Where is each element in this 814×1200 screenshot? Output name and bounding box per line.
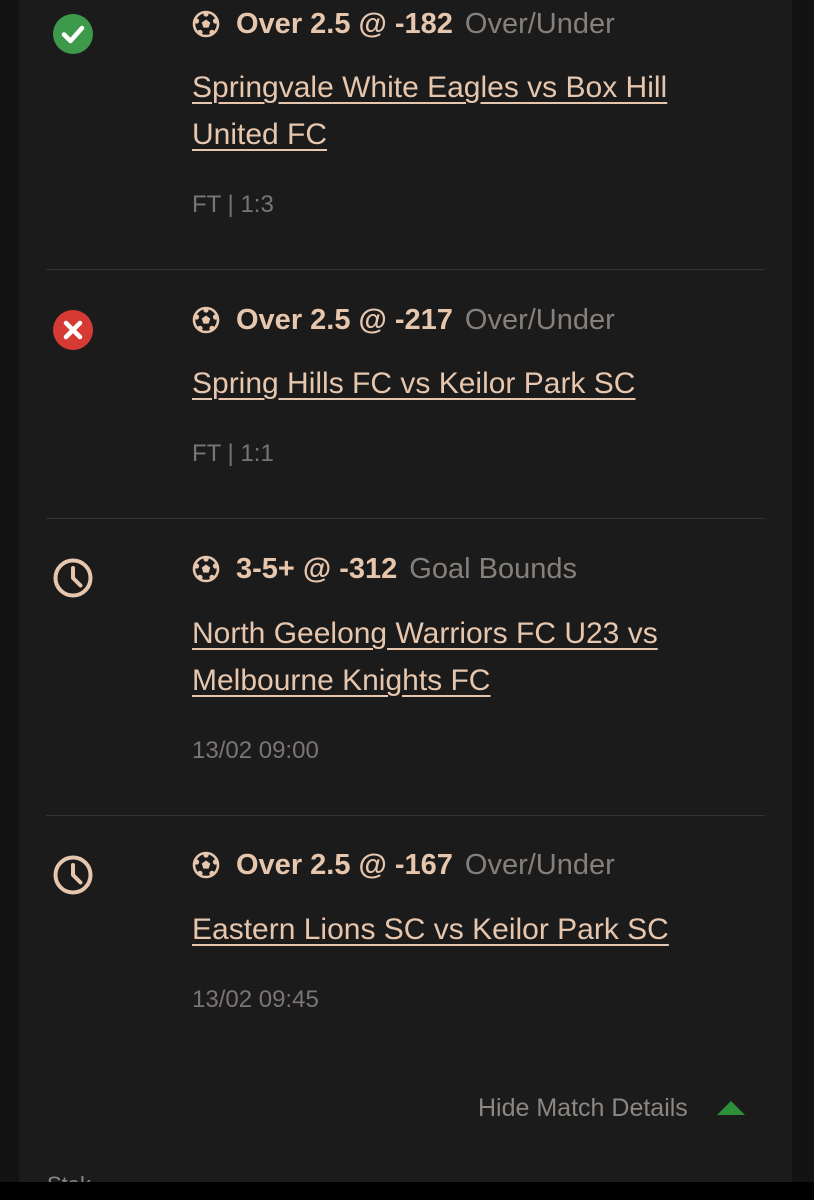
match-result: FT | 1:3 xyxy=(192,191,274,218)
match-kickoff-time: 13/02 09:45 xyxy=(192,986,319,1013)
soccer-ball-icon xyxy=(192,851,220,879)
bet-market: Over/Under xyxy=(464,848,615,881)
divider xyxy=(46,518,765,519)
x-circle-icon xyxy=(53,310,93,350)
bet-pick: 3-5+ @ -312 xyxy=(236,552,398,585)
match-link[interactable]: Spring Hills FC vs Keilor Park SC xyxy=(192,360,722,407)
bet-line: Over 2.5 @ -217 Over/Under xyxy=(192,303,615,337)
bet-line: Over 2.5 @ -167 Over/Under xyxy=(192,848,615,882)
match-link[interactable]: North Geelong Warriors FC U23 vs Melbour… xyxy=(192,610,722,704)
clock-icon xyxy=(53,558,93,598)
system-nav-bar xyxy=(0,1182,814,1200)
bet-pick: Over 2.5 @ -167 xyxy=(236,848,453,881)
match-kickoff-time: 13/02 09:00 xyxy=(192,737,319,764)
soccer-ball-icon xyxy=(192,555,220,583)
bet-pick: Over 2.5 @ -182 xyxy=(236,7,453,40)
soccer-ball-icon xyxy=(192,10,220,38)
clock-icon xyxy=(53,855,93,895)
triangle-up-icon xyxy=(716,1101,745,1115)
bet-pick: Over 2.5 @ -217 xyxy=(236,303,453,336)
divider xyxy=(46,269,765,270)
check-circle-icon xyxy=(53,14,93,54)
match-result: FT | 1:1 xyxy=(192,440,274,467)
match-link[interactable]: Eastern Lions SC vs Keilor Park SC xyxy=(192,906,722,953)
hide-match-details-label: Hide Match Details xyxy=(478,1093,688,1122)
hide-match-details-button[interactable]: Hide Match Details xyxy=(478,1090,746,1126)
bet-line: Over 2.5 @ -182 Over/Under xyxy=(192,7,615,41)
bet-market: Over/Under xyxy=(464,303,615,336)
bet-line: 3-5+ @ -312 Goal Bounds xyxy=(192,552,577,586)
bet-market: Goal Bounds xyxy=(409,552,577,585)
match-link[interactable]: Springvale White Eagles vs Box Hill Unit… xyxy=(192,64,722,158)
bet-slip-card: Over 2.5 @ -182 Over/Under Springvale Wh… xyxy=(19,0,792,1197)
soccer-ball-icon xyxy=(192,306,220,334)
bet-market: Over/Under xyxy=(464,7,615,40)
divider xyxy=(46,815,765,816)
